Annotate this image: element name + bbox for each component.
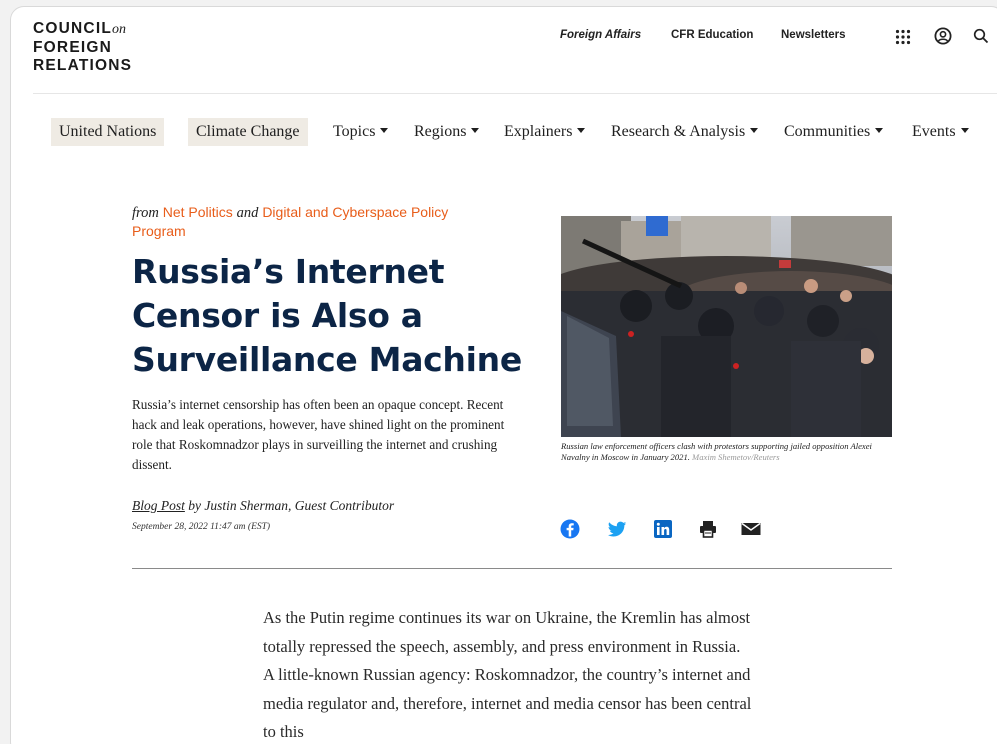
article-type-link[interactable]: Blog Post: [132, 498, 185, 513]
link-cfr-education[interactable]: CFR Education: [671, 29, 753, 41]
link-net-politics[interactable]: Net Politics: [163, 204, 233, 220]
nav-regions[interactable]: Regions: [414, 118, 480, 146]
article-byline: Blog Post by Justin Sherman, Guest Contr…: [132, 498, 394, 514]
top-links: Foreign Affairs CFR Education Newsletter…: [11, 29, 997, 49]
user-icon[interactable]: [934, 27, 952, 45]
article-headline: Russia’s Internet Censor is Also a Surve…: [132, 252, 522, 379]
link-foreign-affairs[interactable]: Foreign Affairs: [560, 29, 641, 41]
linkedin-icon[interactable]: [652, 518, 674, 540]
photo-caption: Russian law enforcement officers clash w…: [561, 441, 892, 462]
link-newsletters[interactable]: Newsletters: [781, 29, 846, 41]
nav-research-analysis[interactable]: Research & Analysis: [611, 118, 759, 146]
content-divider: [132, 568, 892, 569]
grid-icon[interactable]: [895, 29, 911, 45]
chevron-down-icon: [750, 128, 759, 133]
main-nav: United Nations Climate Change Topics Reg…: [11, 118, 997, 146]
chevron-down-icon: [380, 128, 389, 133]
email-icon[interactable]: [740, 518, 762, 540]
chevron-down-icon: [960, 128, 969, 133]
print-icon[interactable]: [697, 518, 719, 540]
twitter-icon[interactable]: [606, 518, 628, 540]
article-body: As the Putin regime continues its war on…: [263, 608, 752, 741]
logo-line3: RELATIONS: [33, 57, 133, 74]
article-photo: [561, 216, 892, 437]
author-byline: by Justin Sherman, Guest Contributor: [188, 498, 395, 513]
share-bar: [11, 518, 997, 540]
search-icon[interactable]: [973, 28, 989, 44]
article-dek: Russia’s internet censorship has often b…: [132, 397, 505, 472]
browser-page: COUNCILon FOREIGN RELATIONS Foreign Affa…: [10, 6, 997, 744]
nav-united-nations[interactable]: United Nations: [51, 118, 165, 146]
chevron-down-icon: [577, 128, 586, 133]
nav-communities[interactable]: Communities: [784, 118, 884, 146]
nav-topics[interactable]: Topics: [333, 118, 389, 146]
from-prefix: from: [132, 205, 159, 221]
header-divider: [33, 93, 997, 94]
facebook-icon[interactable]: [559, 518, 581, 540]
chevron-down-icon: [471, 128, 480, 133]
photo-credit: Maxim Shemetov/Reuters: [692, 451, 780, 462]
chevron-down-icon: [875, 128, 884, 133]
nav-explainers[interactable]: Explainers: [504, 118, 586, 146]
article-source: from Net Politics and Digital and Cybers…: [132, 203, 492, 240]
nav-events[interactable]: Events: [912, 118, 969, 146]
from-and: and: [236, 205, 259, 221]
nav-climate-change[interactable]: Climate Change: [188, 118, 308, 146]
